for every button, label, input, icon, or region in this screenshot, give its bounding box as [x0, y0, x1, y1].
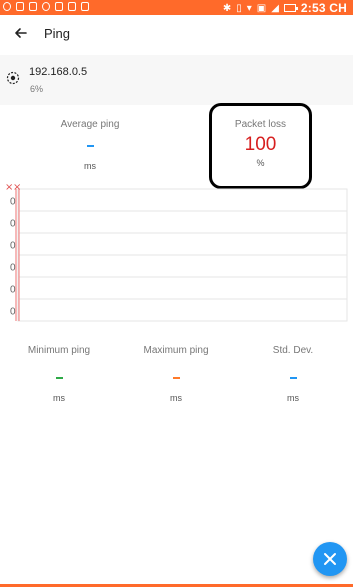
mail-icon	[81, 2, 89, 11]
app-icon-2	[16, 2, 24, 11]
y-tick-label: 0	[10, 284, 16, 295]
average-ping-value	[86, 145, 94, 147]
minimum-ping-value	[55, 377, 63, 379]
minimum-ping-unit: ms	[53, 393, 65, 403]
y-tick-label: 0	[10, 306, 16, 317]
minimum-ping-label: Minimum ping	[27, 345, 91, 356]
app-icon-1	[3, 2, 11, 11]
y-tick-label: 0	[10, 262, 16, 273]
average-ping-stat: Average ping ms	[40, 119, 140, 171]
y-tick-label: 0	[10, 218, 16, 229]
bluetooth-icon: ✱	[222, 2, 232, 14]
failed-ping-mark: ×	[13, 182, 21, 193]
app-bar: Ping	[0, 15, 353, 55]
wifi-icon: ▾	[246, 2, 252, 14]
packet-loss-stat: Packet loss 100 %	[209, 103, 312, 189]
packet-loss-label: Packet loss	[234, 119, 287, 130]
signal-icon: ◢	[271, 2, 279, 14]
bag-icon	[68, 2, 76, 11]
packet-loss-unit: %	[256, 158, 265, 168]
std-dev-value	[289, 377, 297, 379]
close-icon	[324, 553, 336, 565]
stop-ping-button[interactable]	[313, 542, 347, 576]
status-bar-notifications	[3, 2, 89, 11]
vibrate-icon: ▯	[236, 2, 242, 14]
y-tick-label: 0	[10, 196, 16, 207]
page-title: Ping	[44, 26, 71, 41]
gear-icon	[42, 2, 50, 11]
average-ping-unit: ms	[84, 161, 96, 171]
host-ip: 192.168.0.5	[29, 66, 88, 78]
minimum-ping-stat: Minimum ping ms	[9, 345, 109, 403]
y-tick-label: 0	[10, 240, 16, 251]
back-arrow-icon[interactable]	[11, 23, 31, 43]
status-bar: ✱ ▯ ▾ ▣ ◢ 2:53 CH	[0, 0, 353, 15]
host-card: 192.168.0.5 6%	[0, 55, 353, 105]
sim-icon: ▣	[256, 2, 267, 14]
average-ping-label: Average ping	[60, 119, 120, 130]
packet-loss-value: 100	[244, 134, 277, 155]
std-dev-stat: Std. Dev. ms	[243, 345, 343, 403]
image-icon	[29, 2, 37, 11]
std-dev-label: Std. Dev.	[272, 345, 314, 356]
host-progress: 6%	[30, 84, 44, 94]
status-time: 2:53 CH	[300, 1, 347, 15]
youtube-icon	[55, 2, 63, 11]
status-bar-system: ✱ ▯ ▾ ▣ ◢ 2:53 CH	[223, 1, 347, 15]
maximum-ping-unit: ms	[170, 393, 182, 403]
std-dev-unit: ms	[287, 393, 299, 403]
target-icon	[6, 71, 20, 85]
ping-chart: 000000× ×	[5, 182, 348, 322]
battery-icon	[283, 4, 298, 12]
maximum-ping-stat: Maximum ping ms	[126, 345, 226, 403]
maximum-ping-label: Maximum ping	[143, 345, 209, 356]
maximum-ping-value	[172, 377, 180, 379]
